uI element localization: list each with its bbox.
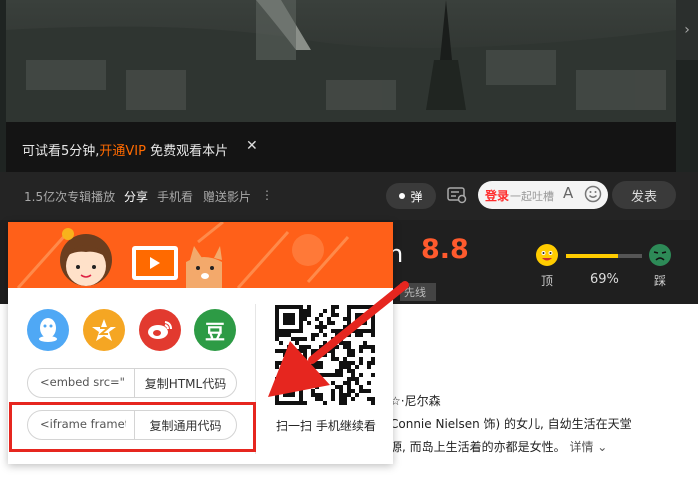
- video-frame: [6, 0, 676, 122]
- qr-caption: 扫一扫 手机继续看: [276, 419, 376, 433]
- play-count: 1.5亿次专辑播放: [24, 190, 116, 204]
- trial-prefix: 可试看5分钟,: [22, 144, 100, 159]
- trial-notice: 可试看5分钟,开通VIP 免费观看本片: [22, 140, 228, 159]
- share-button[interactable]: 分享: [124, 188, 148, 205]
- vote-up-label: 顶: [541, 274, 554, 288]
- copy-html-button[interactable]: 复制HTML代码: [134, 369, 236, 397]
- toggle-dot-icon: [399, 193, 406, 199]
- more-details-link[interactable]: 详情 ⌄: [566, 440, 607, 454]
- comment-placeholder: 一起吐槽: [510, 190, 554, 203]
- description-line: ☆·尼尔森: [390, 394, 441, 408]
- qq-share-icon[interactable]: [27, 309, 69, 351]
- description-line: Connie Nielsen 饰) 的女儿, 自幼生活在天堂: [390, 417, 632, 431]
- embed-code-field[interactable]: <embed src="h: [40, 375, 126, 389]
- mobile-watch-button[interactable]: 手机看: [157, 188, 193, 205]
- vote-percent: 69%: [590, 272, 619, 287]
- vote-bar-fill: [566, 254, 619, 258]
- share-banner: [8, 222, 393, 288]
- description-line: 源, 而岛上生活着的亦都是女性。: [390, 440, 566, 454]
- font-style-icon[interactable]: A: [563, 184, 573, 202]
- danmu-settings-icon[interactable]: [446, 185, 468, 205]
- next-arrow-icon[interactable]: ›: [676, 0, 698, 60]
- more-icon[interactable]: ⋮: [261, 188, 273, 202]
- thumbs-down-emoji-icon[interactable]: [649, 244, 671, 266]
- send-button[interactable]: 发表: [612, 181, 676, 209]
- emoji-icon[interactable]: [584, 185, 602, 203]
- weibo-share-icon[interactable]: [139, 309, 181, 351]
- embed-code-row: <embed src="h 复制HTML代码: [27, 368, 237, 398]
- qr-code: [275, 305, 375, 405]
- score: 8.8: [421, 234, 469, 265]
- danmu-label: 弹: [410, 189, 423, 204]
- danmu-toggle[interactable]: 弹: [386, 183, 436, 209]
- trial-suffix: 免费观看本片: [145, 144, 229, 159]
- vote-down-label: 踩: [654, 274, 667, 288]
- highlight-box: [9, 402, 256, 452]
- gift-movie-button[interactable]: 赠送影片: [203, 188, 251, 205]
- banner-illustration: [16, 222, 350, 288]
- qzone-share-icon[interactable]: [83, 309, 125, 351]
- description: ☆·尼尔森 Connie Nielsen 饰) 的女儿, 自幼生活在天堂 源, …: [390, 390, 632, 459]
- login-link[interactable]: 登录: [485, 187, 509, 204]
- vip-link[interactable]: 开通VIP: [99, 144, 146, 159]
- douban-share-icon[interactable]: 豆: [194, 309, 236, 351]
- thumbs-up-emoji-icon[interactable]: [536, 244, 558, 266]
- tag-text: 先线: [404, 286, 426, 299]
- close-icon[interactable]: ✕: [246, 138, 258, 154]
